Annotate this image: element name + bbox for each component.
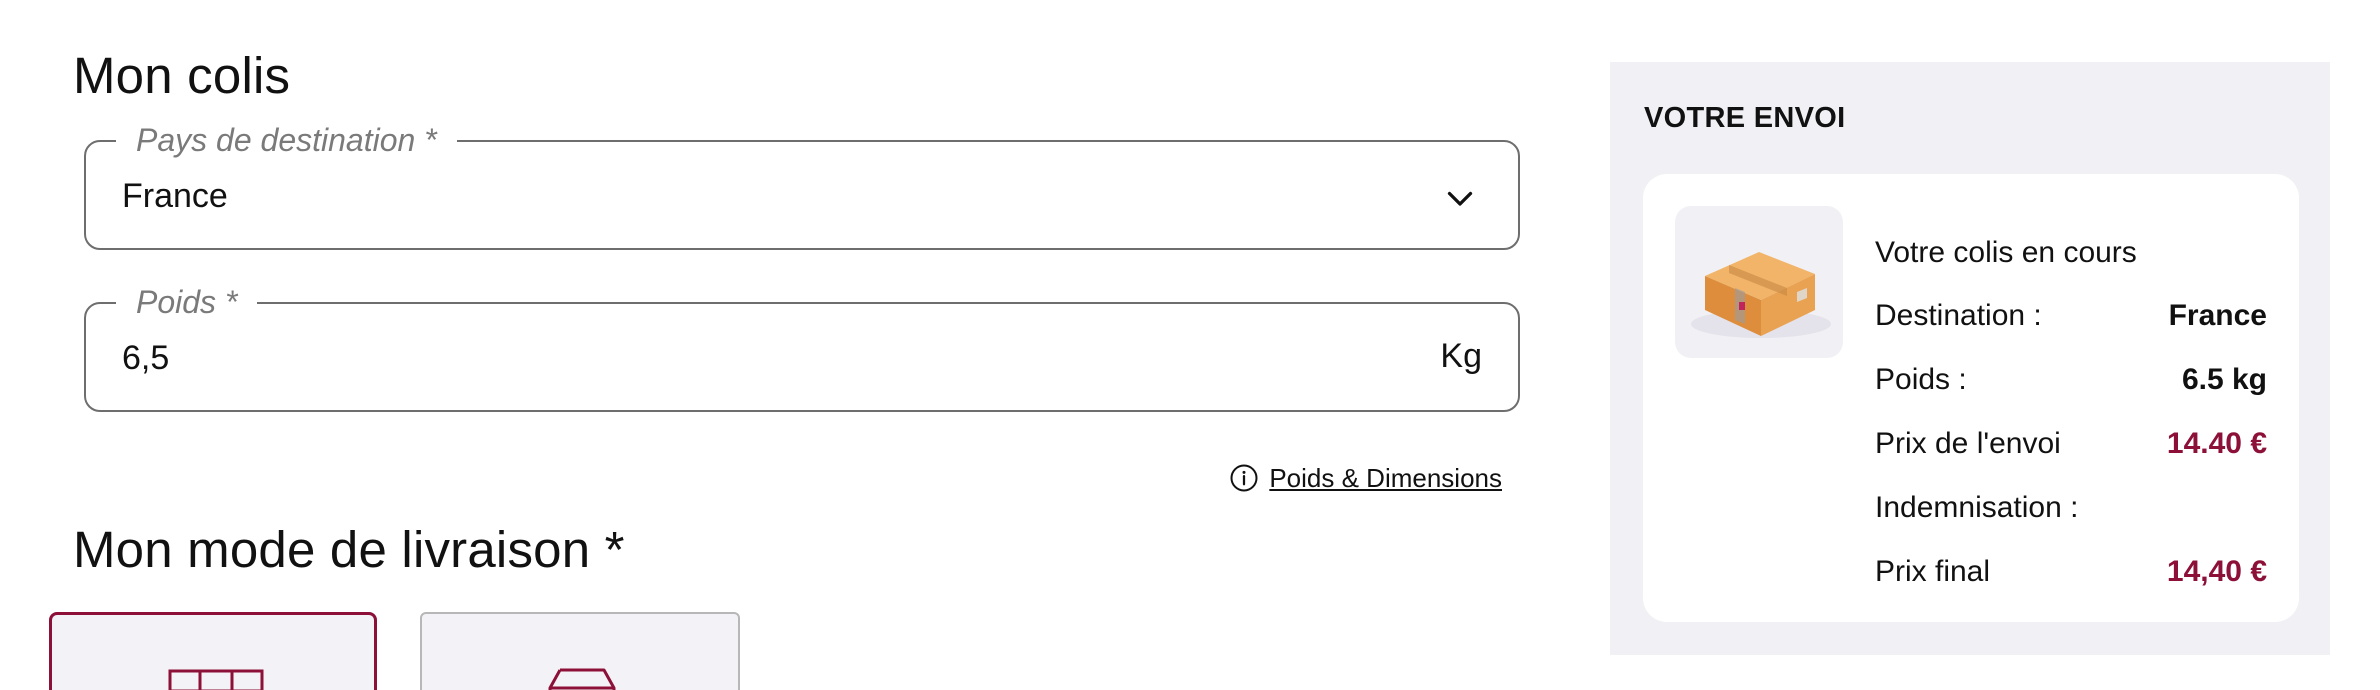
row-value: 14.40 € <box>2166 427 2267 460</box>
section-title-delivery: Mon mode de livraison * <box>73 521 625 578</box>
row-label: Indemnisation : <box>1875 491 2079 524</box>
summary-heading-row: Votre colis en cours <box>1875 222 2267 284</box>
dimensions-link-group[interactable]: Poids & Dimensions <box>1229 463 1502 493</box>
destination-value: France <box>122 177 228 215</box>
summary-rows: Votre colis en cours Destination : Franc… <box>1875 222 2267 604</box>
summary-row-final-price: Prix final 14,40 € <box>1875 540 2267 604</box>
summary-heading: Votre colis en cours <box>1875 236 2137 269</box>
destination-label: Pays de destination * <box>116 120 457 160</box>
row-label: Prix de l'envoi <box>1875 427 2061 460</box>
destination-select[interactable]: Pays de destination * France <box>84 120 1520 250</box>
relay-point-icon <box>548 668 616 690</box>
summary-row-weight: Poids : 6.5 kg <box>1875 348 2267 412</box>
weight-value[interactable]: 6,5 <box>122 338 169 378</box>
parcel-form: Mon colis Pays de destination * France P… <box>0 0 1560 690</box>
delivery-option-locker[interactable] <box>49 612 377 690</box>
weight-unit: Kg <box>1440 337 1482 375</box>
row-label: Destination : <box>1875 299 2042 332</box>
weight-field[interactable]: Poids * 6,5 Kg <box>84 282 1520 412</box>
dimensions-link[interactable]: Poids & Dimensions <box>1269 463 1502 493</box>
summary-row-indemnity: Indemnisation : <box>1875 476 2267 540</box>
row-label: Poids : <box>1875 363 1967 396</box>
locker-icon <box>168 669 264 690</box>
row-value: France <box>2168 299 2267 332</box>
section-title-parcel: Mon colis <box>73 47 291 104</box>
parcel-thumbnail <box>1675 206 1843 358</box>
row-label: Prix final <box>1875 555 1991 588</box>
info-icon <box>1230 464 1258 492</box>
shipment-summary-panel: VOTRE ENVOI Votre colis en cours Destina… <box>1610 62 2330 655</box>
package-icon <box>1691 252 1831 338</box>
summary-title: VOTRE ENVOI <box>1644 102 1846 134</box>
chevron-down-icon[interactable] <box>1442 180 1478 216</box>
summary-row-shipping-price: Prix de l'envoi 14.40 € <box>1875 412 2267 476</box>
weight-label: Poids * <box>116 282 258 322</box>
row-value: 6.5 kg <box>2181 363 2267 396</box>
row-value: 14,40 € <box>2166 555 2267 588</box>
delivery-option-relay[interactable] <box>420 612 740 690</box>
summary-card: Votre colis en cours Destination : Franc… <box>1643 174 2299 622</box>
summary-row-destination: Destination : France <box>1875 284 2267 348</box>
